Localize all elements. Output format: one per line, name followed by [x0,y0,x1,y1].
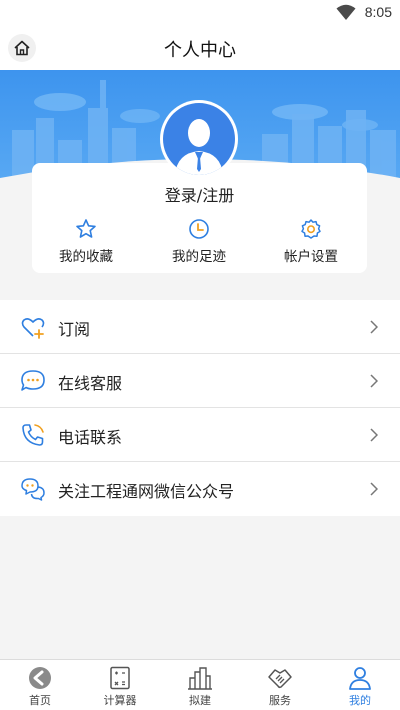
nav-label-proposed: 拟建 [189,694,211,707]
menu-label-subscribe: 订阅 [58,320,91,339]
home-arrow-icon [29,667,51,689]
menu-item-subscribe[interactable]: 订阅 [0,300,400,354]
nav-item-service[interactable]: 服务 [240,666,320,708]
buildings-icon [188,667,212,690]
chevron-right-icon [370,374,378,388]
nav-item-mine[interactable]: 我的 [320,666,400,708]
account-settings-button[interactable]: 帐户设置 [261,217,361,265]
handshake-icon [268,669,292,689]
favorites-button[interactable]: 我的收藏 [36,217,136,265]
profile-card: 登录/注册 我的收藏 我的足迹 帐户设置 [32,163,367,273]
wifi-icon [336,4,356,20]
nav-item-calculator[interactable]: 计算器 [80,666,160,708]
history-button[interactable]: 我的足迹 [149,217,249,265]
wechat-icon [21,478,45,501]
menu-label-phone-contact: 电话联系 [58,428,123,447]
clock-icon [189,219,209,239]
phone-icon [22,424,44,446]
avatar[interactable] [160,100,238,178]
nav-label-mine: 我的 [349,694,371,707]
calculator-icon [110,666,130,690]
menu-label-online-service: 在线客服 [58,374,123,393]
history-label: 我的足迹 [172,249,226,265]
status-bar: 8:05 [0,0,400,26]
chat-bubble-icon [21,370,45,391]
status-time: 8:05 [364,4,392,20]
bottom-navigation: 首页 计算器 拟建 服务 我的 [0,659,400,710]
favorites-label: 我的收藏 [59,249,113,265]
login-register-link[interactable]: 登录/注册 [32,182,367,206]
nav-label-home: 首页 [29,694,51,707]
nav-label-calculator: 计算器 [103,694,137,707]
menu-label-wechat-follow: 关注工程通网微信公众号 [58,482,235,501]
user-avatar-icon [175,119,223,175]
star-icon [76,219,96,238]
chevron-right-icon [370,320,378,334]
page-title: 个人中心 [164,40,236,61]
menu-item-wechat-follow[interactable]: 关注工程通网微信公众号 [0,462,400,516]
person-icon [349,667,371,690]
heart-plus-icon [21,318,45,339]
account-settings-label: 帐户设置 [284,249,338,265]
gear-icon [301,219,321,239]
chevron-right-icon [370,482,378,496]
menu-item-online-service[interactable]: 在线客服 [0,354,400,408]
menu-list: 订阅 在线客服 电话联系 关注工程通网微信公众号 [0,300,400,516]
nav-label-service: 服务 [269,694,291,707]
nav-item-home[interactable]: 首页 [0,666,80,708]
app-header: 个人中心 [0,26,400,70]
nav-item-proposed[interactable]: 拟建 [160,666,240,708]
chevron-right-icon [370,428,378,442]
menu-item-phone-contact[interactable]: 电话联系 [0,408,400,462]
